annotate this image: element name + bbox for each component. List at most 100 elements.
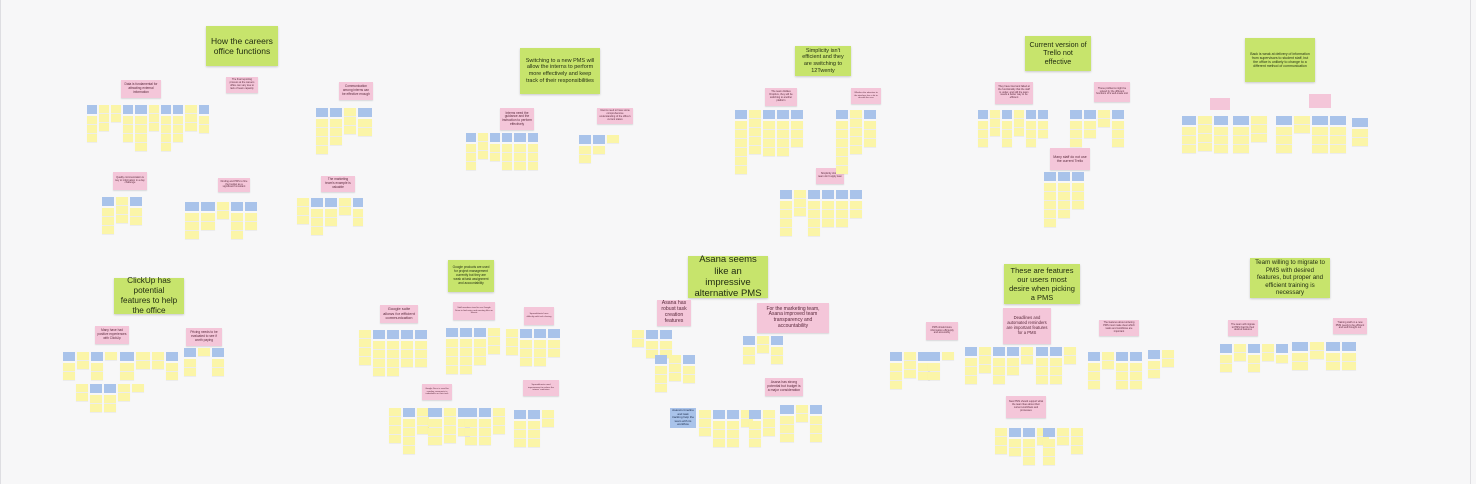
observation-note[interactable]	[90, 395, 102, 403]
observation-note[interactable]	[763, 410, 775, 418]
observation-note[interactable]	[1330, 145, 1346, 153]
category-note[interactable]	[1276, 344, 1288, 353]
observation-note[interactable]	[646, 341, 658, 349]
observation-note[interactable]	[490, 144, 500, 152]
observation-note[interactable]	[102, 217, 114, 225]
observation-note[interactable]	[514, 153, 526, 161]
observation-note[interactable]	[1098, 110, 1110, 118]
observation-note[interactable]	[316, 119, 328, 127]
observation-note[interactable]	[353, 218, 363, 226]
category-note[interactable]	[415, 330, 427, 339]
category-note[interactable]	[890, 352, 902, 361]
insight-note[interactable]: Data is fundamental for attracting exter…	[121, 80, 161, 98]
observation-note[interactable]	[77, 361, 89, 369]
observation-note[interactable]	[780, 201, 792, 209]
observation-note[interactable]	[316, 146, 328, 154]
observation-note[interactable]	[1050, 358, 1062, 366]
observation-note[interactable]	[1057, 437, 1069, 445]
observation-note[interactable]	[1084, 121, 1096, 129]
observation-note[interactable]	[1312, 136, 1328, 144]
category-note[interactable]	[325, 198, 337, 207]
observation-note[interactable]	[359, 339, 371, 347]
observation-note[interactable]	[534, 349, 546, 357]
observation-note[interactable]	[358, 128, 372, 136]
observation-note[interactable]	[1352, 138, 1368, 146]
header-note[interactable]: Asana seems like an impressive alternati…	[688, 254, 768, 299]
observation-note[interactable]	[995, 446, 1007, 454]
observation-note[interactable]	[330, 128, 342, 136]
category-note[interactable]	[514, 133, 526, 142]
header-note[interactable]: ClickUp has potential features to help t…	[114, 276, 184, 315]
observation-note[interactable]	[1116, 372, 1128, 380]
observation-note[interactable]	[780, 228, 792, 236]
observation-note[interactable]	[836, 219, 848, 227]
observation-note[interactable]	[528, 439, 540, 447]
observation-note[interactable]	[359, 357, 371, 365]
observation-note[interactable]	[1342, 353, 1356, 361]
observation-note[interactable]	[166, 372, 178, 380]
category-note[interactable]	[1007, 347, 1019, 356]
observation-note[interactable]	[490, 153, 500, 161]
category-note[interactable]	[87, 105, 97, 114]
observation-note[interactable]	[130, 217, 142, 225]
category-note[interactable]	[330, 108, 342, 117]
observation-note[interactable]	[777, 130, 789, 138]
observation-note[interactable]	[506, 338, 518, 346]
observation-note[interactable]	[1116, 363, 1128, 371]
observation-note[interactable]	[780, 219, 792, 227]
observation-note[interactable]	[528, 144, 538, 152]
observation-note[interactable]	[1007, 358, 1019, 366]
observation-note[interactable]	[1036, 358, 1048, 366]
observation-note[interactable]	[1112, 139, 1124, 147]
insight-note[interactable]: The final reporting process at the caree…	[226, 77, 258, 93]
observation-note[interactable]	[478, 142, 488, 150]
observation-note[interactable]	[548, 340, 560, 348]
observation-note[interactable]	[63, 372, 75, 380]
observation-note[interactable]	[199, 116, 209, 124]
observation-note[interactable]	[928, 372, 940, 380]
observation-note[interactable]	[749, 137, 761, 145]
category-note[interactable]	[102, 197, 114, 206]
category-note[interactable]	[465, 408, 477, 417]
observation-note[interactable]	[978, 139, 988, 147]
category-note[interactable]	[763, 110, 775, 119]
observation-note[interactable]	[655, 375, 667, 383]
category-note[interactable]	[466, 133, 476, 142]
observation-note[interactable]	[136, 352, 150, 360]
observation-note[interactable]	[1214, 145, 1228, 153]
observation-note[interactable]	[311, 227, 323, 235]
observation-note[interactable]	[727, 439, 739, 447]
observation-note[interactable]	[91, 372, 103, 380]
observation-note[interactable]	[794, 208, 806, 216]
category-note[interactable]	[520, 329, 532, 338]
category-note[interactable]	[1326, 342, 1340, 351]
category-note[interactable]	[1248, 344, 1260, 353]
category-note[interactable]	[1038, 110, 1048, 119]
category-note[interactable]	[1088, 352, 1100, 361]
observation-note[interactable]	[185, 105, 197, 113]
category-note[interactable]	[683, 355, 695, 364]
observation-note[interactable]	[1162, 359, 1174, 367]
observation-note[interactable]	[1234, 353, 1246, 361]
category-note[interactable]	[836, 110, 848, 119]
observation-note[interactable]	[1072, 192, 1084, 200]
observation-note[interactable]	[478, 133, 488, 141]
observation-note[interactable]	[1098, 119, 1110, 127]
insight-note[interactable]: The features about ordering PMS must mak…	[1099, 320, 1139, 336]
category-note[interactable]	[727, 410, 739, 419]
observation-note[interactable]	[763, 130, 775, 138]
observation-note[interactable]	[102, 226, 114, 234]
observation-note[interactable]	[316, 137, 328, 145]
category-note[interactable]	[387, 330, 399, 339]
observation-note[interactable]	[836, 148, 848, 156]
observation-note[interactable]	[655, 384, 667, 392]
observation-note[interactable]	[245, 222, 257, 230]
observation-note[interactable]	[415, 359, 427, 367]
observation-note[interactable]	[1038, 121, 1048, 129]
insight-note[interactable]: The team dislikes Dropbox, they will be …	[765, 88, 797, 106]
observation-note[interactable]	[466, 153, 476, 161]
observation-note[interactable]	[763, 419, 775, 427]
observation-note[interactable]	[850, 137, 862, 145]
observation-note[interactable]	[111, 114, 121, 122]
category-note[interactable]	[528, 410, 540, 419]
